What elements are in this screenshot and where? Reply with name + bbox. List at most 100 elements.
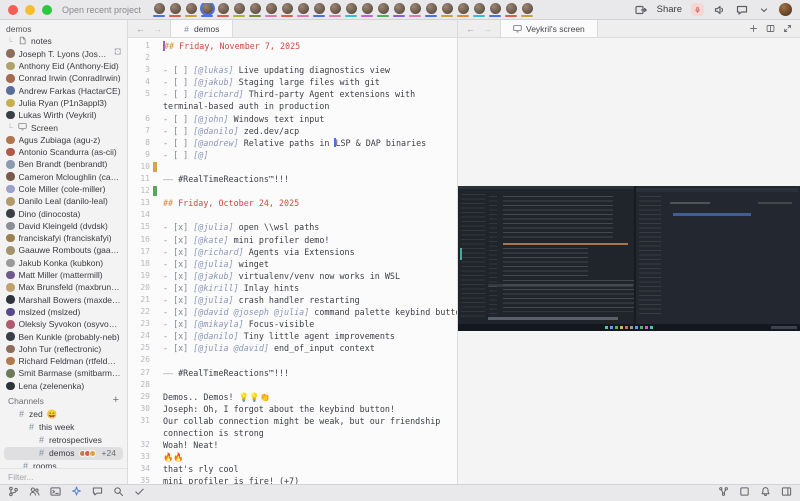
editor-line[interactable]: 25- [x] [@julia @david] end_of_input con… xyxy=(128,342,457,354)
facepile-avatar[interactable] xyxy=(297,3,309,17)
channel-demos[interactable]: #demos+24 xyxy=(4,447,123,460)
chat-icon[interactable] xyxy=(92,484,103,501)
minimize-window-button[interactable] xyxy=(25,5,35,15)
editor-line[interactable]: 21- [x] [@julia] crash handler restartin… xyxy=(128,294,457,306)
editor-line[interactable]: 35mini profiler is fire! (+7) xyxy=(128,475,457,484)
close-window-button[interactable] xyxy=(8,5,18,15)
maximize-pane-icon[interactable] xyxy=(783,24,792,33)
editor-line[interactable]: 22- [x] [@david @joseph @julia] command … xyxy=(128,306,457,318)
editor-line[interactable]: 31Our collab connection might be weak, b… xyxy=(128,415,457,427)
channel-notes-editor[interactable]: 1## Friday, November 7, 202523- [ ] [@lu… xyxy=(128,38,457,484)
facepile-avatar[interactable] xyxy=(249,3,261,17)
editor-line[interactable]: 1## Friday, November 7, 2025 xyxy=(128,40,457,52)
participant-row[interactable]: mslzed (mslzed) xyxy=(0,306,127,318)
screen-share-preview[interactable] xyxy=(458,186,800,331)
participant-row[interactable]: Max Brunsfeld (maxbrunsfeld) xyxy=(0,281,127,293)
editor-line[interactable]: 6- [ ] [@john] Windows text input xyxy=(128,113,457,125)
participant-row[interactable]: Antonio Scandurra (as-cii) xyxy=(0,146,127,158)
channel-zed[interactable]: #zed😄 xyxy=(4,408,123,421)
facepile-avatar[interactable] xyxy=(409,3,421,17)
nav-back-button[interactable]: ← xyxy=(136,24,145,34)
nav-forward-button[interactable]: → xyxy=(483,24,492,34)
editor-line[interactable]: 5- [ ] [@richard] Third-party Agent exte… xyxy=(128,88,457,100)
new-tab-plus-icon[interactable] xyxy=(749,24,758,33)
participant-row[interactable]: Danilo Leal (danilo-leal) xyxy=(0,195,127,207)
facepile-avatar[interactable] xyxy=(169,3,181,17)
facepile-avatar[interactable] xyxy=(233,3,245,17)
participant-row[interactable]: Oleksiy Syvokon (osyvokon) xyxy=(0,318,127,330)
facepile-avatar[interactable] xyxy=(441,3,453,17)
facepile-avatar[interactable] xyxy=(185,3,197,17)
microphone-icon[interactable] xyxy=(691,3,704,16)
channel-retrospectives[interactable]: #retrospectives xyxy=(4,434,123,447)
editor-line[interactable]: 23- [x] [@mikayla] Focus-visible xyxy=(128,318,457,330)
participant-row[interactable]: Jakub Konka (kubkon) xyxy=(0,257,127,269)
editor-line[interactable]: 20- [x] [@kirill] Inlay hints xyxy=(128,282,457,294)
git-branch-icon[interactable] xyxy=(8,484,19,501)
participant-row[interactable]: John Tur (reflectronic) xyxy=(0,343,127,355)
participant-row[interactable]: Anthony Eid (Anthony-Eid) xyxy=(0,60,127,72)
editor-line[interactable]: 34that's rly cool xyxy=(128,463,457,475)
participant-row[interactable]: Marshall Bowers (maxdeviant) xyxy=(0,294,127,306)
editor-line[interactable]: terminal-based auth in production xyxy=(128,100,457,112)
right-dock-icon[interactable] xyxy=(781,484,792,501)
editor-line[interactable]: 11—— #RealTimeReactions™!!! xyxy=(128,173,457,185)
zoom-window-button[interactable] xyxy=(42,5,52,15)
editor-line[interactable]: 30Joseph: Oh, I forgot about the keybind… xyxy=(128,403,457,415)
editor-toggle-icon[interactable] xyxy=(739,484,750,501)
speaker-icon[interactable] xyxy=(713,3,726,16)
facepile-avatar[interactable] xyxy=(457,3,469,17)
facepile-avatar[interactable] xyxy=(425,3,437,17)
screen-share-icon[interactable] xyxy=(635,3,648,16)
collaborator-facepile[interactable] xyxy=(153,3,629,17)
screen-share-row[interactable]: └Screen xyxy=(0,121,127,133)
facepile-avatar[interactable] xyxy=(201,3,213,17)
diagnostics-check-icon[interactable] xyxy=(134,484,145,501)
participant-row[interactable]: Lukas Wirth (Veykril) xyxy=(0,109,127,121)
editor-line[interactable]: 18- [x] [@julia] winget xyxy=(128,258,457,270)
editor-line[interactable]: 14 xyxy=(128,209,457,221)
facepile-avatar[interactable] xyxy=(313,3,325,17)
facepile-avatar[interactable] xyxy=(265,3,277,17)
editor-line[interactable]: 26 xyxy=(128,354,457,366)
editor-line[interactable]: 29Demos.. Demos! 💡💡👏 xyxy=(128,391,457,403)
share-button[interactable]: Share xyxy=(657,4,682,15)
participant-row[interactable]: franciskafyi (franciskafyi) xyxy=(0,232,127,244)
user-avatar[interactable] xyxy=(779,3,792,16)
tab-demos[interactable]: # demos xyxy=(170,20,233,37)
participant-row[interactable]: Conrad Irwin (ConradIrwin) xyxy=(0,72,127,84)
participant-row[interactable]: Ben Kunkle (probably-neb) xyxy=(0,330,127,342)
editor-line[interactable]: 4- [ ] [@jakub] Staging large files with… xyxy=(128,76,457,88)
facepile-avatar[interactable] xyxy=(345,3,357,17)
facepile-avatar[interactable] xyxy=(377,3,389,17)
nav-forward-button[interactable]: → xyxy=(153,24,162,34)
editor-line[interactable]: 12 xyxy=(128,185,457,197)
editor-line[interactable]: 9- [ ] [@] xyxy=(128,149,457,161)
editor-line[interactable]: 32Woah! Neat! xyxy=(128,439,457,451)
participant-row[interactable]: Gaauwe Rombouts (gaauwe) xyxy=(0,244,127,256)
terminal-icon[interactable] xyxy=(50,484,61,501)
chevron-down-icon[interactable] xyxy=(757,3,770,16)
facepile-avatar[interactable] xyxy=(505,3,517,17)
assistant-icon[interactable] xyxy=(71,484,82,501)
editor-line[interactable]: 24- [x] [@danilo] Tiny little agent impr… xyxy=(128,330,457,342)
editor-line[interactable]: connection is strong xyxy=(128,427,457,439)
participant-row[interactable]: Cole Miller (cole-miller) xyxy=(0,183,127,195)
facepile-avatar[interactable] xyxy=(521,3,533,17)
participant-row[interactable]: Julia Ryan (P1n3appl3) xyxy=(0,97,127,109)
bell-icon[interactable] xyxy=(760,484,771,501)
facepile-avatar[interactable] xyxy=(393,3,405,17)
nav-back-button[interactable]: ← xyxy=(466,24,475,34)
editor-line[interactable]: 28 xyxy=(128,379,457,391)
participant-row[interactable]: Cameron Mcloughlin (cameron1 xyxy=(0,171,127,183)
add-channel-button[interactable]: + xyxy=(113,395,119,406)
editor-line[interactable]: 10 xyxy=(128,161,457,173)
editor-line[interactable]: 7- [ ] [@danilo] zed.dev/acp xyxy=(128,125,457,137)
facepile-avatar[interactable] xyxy=(217,3,229,17)
participant-row[interactable]: Smit Barmase (smitbarmase) xyxy=(0,367,127,379)
facepile-avatar[interactable] xyxy=(361,3,373,17)
split-pane-icon[interactable] xyxy=(766,24,775,33)
tab-veykrils-screen[interactable]: Veykril's screen xyxy=(500,20,598,37)
open-recent-project-button[interactable]: Open recent project xyxy=(62,5,141,15)
participant-row[interactable]: Richard Feldman (rtfeldman) xyxy=(0,355,127,367)
